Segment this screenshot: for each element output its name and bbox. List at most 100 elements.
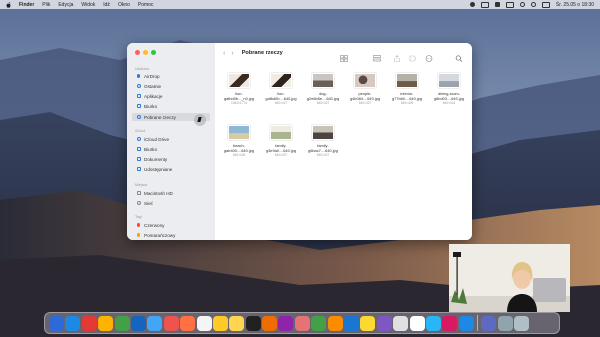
sidebar-item-macintosh-hd[interactable]: Macintosh HD [132, 189, 210, 197]
clock-icon [136, 84, 141, 89]
file-thumbnail [228, 125, 250, 140]
dock-chrome-icon[interactable] [98, 315, 114, 331]
file-dimensions: 640×427 [274, 153, 288, 158]
dock-music-icon[interactable] [278, 315, 294, 331]
file-thumbnail [270, 125, 292, 140]
sidebar-item-tag-red[interactable]: Czerwony [132, 221, 210, 229]
file-item[interactable]: lion-gafbd0b....640.jpg 640×427 [262, 73, 300, 105]
sidebar-item-label: Biurko [144, 146, 158, 152]
menu-finder[interactable]: Finder [19, 2, 34, 8]
dock-figma-icon[interactable] [458, 315, 474, 331]
sidebar-item-documents[interactable]: Dokumenty [132, 155, 210, 163]
sidebar-item-label: Biurko [144, 103, 158, 109]
file-name: people-g4b084....640.jpg [349, 91, 381, 101]
sidebar-item-label: Pobrane rzeczy [144, 114, 176, 120]
dock-preview-icon[interactable] [409, 315, 425, 331]
file-item[interactable]: interior-g77b60....640.jpg 640×426 [388, 73, 426, 105]
dock-trash-icon[interactable] [513, 315, 529, 331]
dock-launchpad-icon[interactable] [65, 315, 81, 331]
apple-icon[interactable] [6, 1, 11, 8]
mouse-cursor [194, 114, 206, 126]
dock-downloads-icon[interactable] [497, 315, 513, 331]
dock-system-preferences-icon[interactable] [393, 315, 409, 331]
dock-numbers-icon[interactable] [311, 315, 327, 331]
window-title: Pobrane rzeczy [241, 50, 283, 56]
dock-finder-icon[interactable] [49, 315, 64, 331]
dock-trello-icon[interactable] [481, 315, 497, 331]
minimize-button[interactable] [143, 50, 148, 55]
file-item[interactable]: dining-room-g6bd03....640.jpg 640×424 [430, 73, 468, 105]
control-center-icon[interactable] [541, 1, 550, 8]
sidebar-item-shared[interactable]: Udostępniane [132, 165, 210, 173]
dock-notes-icon[interactable] [245, 315, 261, 331]
file-name: family-g3e9a0....640.jpg [265, 143, 297, 153]
close-button[interactable] [135, 50, 140, 55]
back-button[interactable]: ‹ [223, 50, 225, 57]
forward-button[interactable]: › [231, 50, 233, 57]
menu-edit[interactable]: Edycja [58, 2, 73, 8]
file-item[interactable]: family-g3e9a0....640.jpg 640×427 [262, 125, 300, 157]
file-name: lion-gafbd0b....640.jpg [265, 91, 297, 101]
share-icon[interactable] [393, 49, 401, 62]
webcam-overlay [449, 244, 570, 312]
dock-podcasts-icon[interactable] [294, 315, 310, 331]
search-icon[interactable] [530, 2, 536, 7]
dock-zoom-icon[interactable] [425, 315, 441, 331]
dock-maps-icon[interactable] [147, 315, 163, 331]
applications-icon [136, 94, 141, 99]
zoom-button[interactable] [151, 50, 156, 55]
dock-facetime-icon[interactable] [180, 315, 196, 331]
dock-pages-icon[interactable] [327, 315, 343, 331]
sidebar-item-recents[interactable]: Ostatnie [132, 82, 210, 90]
menu-help[interactable]: Pomoc [138, 2, 154, 8]
dock-safari-icon[interactable] [81, 315, 97, 331]
file-item[interactable]: beach-gab400....640.jpg 640×426 [220, 125, 258, 157]
dock-reminders-icon[interactable] [229, 315, 245, 331]
wifi-icon[interactable] [519, 2, 525, 7]
sidebar-item-airdrop[interactable]: AirDrop [132, 72, 210, 80]
file-item[interactable]: people-g4b084....640.jpg 640×427 [346, 73, 384, 105]
dock-keynote-icon[interactable] [344, 315, 360, 331]
sidebar-item-desktop[interactable]: Biurko [132, 102, 210, 110]
sidebar-item-applications[interactable]: Aplikacje [132, 92, 210, 100]
dock-contacts-icon[interactable] [212, 315, 228, 331]
dock-slack-icon[interactable] [442, 315, 458, 331]
sidebar-item-icloud-desktop[interactable]: Biurko [132, 145, 210, 153]
dock-appletv-icon[interactable] [262, 315, 278, 331]
clock[interactable]: Śr. 25.05 o 18:30 [556, 2, 594, 8]
file-item[interactable]: dog-g2e6b6e....640.jpg 640×427 [304, 73, 342, 105]
dock-keynote-alt-icon[interactable] [360, 315, 376, 331]
group-icon[interactable] [373, 49, 381, 62]
search-icon[interactable] [455, 49, 463, 62]
file-item[interactable]: lion-gafbd0b..._n0.jpg 1063×1774 [220, 73, 258, 105]
dock-calendar-icon[interactable] [196, 315, 212, 331]
icon-view-icon[interactable] [340, 49, 348, 62]
sidebar-header-locations: Miejsca [135, 183, 148, 187]
dock-messages-icon[interactable] [114, 315, 130, 331]
display-icon[interactable] [480, 1, 489, 8]
tag-icon[interactable] [409, 49, 417, 62]
record-icon[interactable] [469, 2, 475, 7]
keyboard-icon[interactable] [494, 2, 500, 7]
menu-file[interactable]: Plik [42, 2, 50, 8]
menu-window[interactable]: Okno [118, 2, 130, 8]
file-thumbnail [228, 73, 250, 88]
dock-app-store-icon[interactable] [376, 315, 392, 331]
dock-photos-icon[interactable] [163, 315, 179, 331]
dock-mail-icon[interactable] [130, 315, 146, 331]
file-thumbnail [312, 73, 334, 88]
orange-tag-icon [136, 233, 141, 238]
sidebar-item-icloud-drive[interactable]: iCloud Drive [132, 135, 210, 143]
sidebar-item-tag-orange[interactable]: Pomarańczowy [132, 231, 210, 239]
menu-go[interactable]: Idź [103, 2, 110, 8]
battery-icon[interactable] [505, 1, 514, 8]
sidebar-header-favorites: Ulubione [135, 67, 150, 71]
menu-view[interactable]: Widok [81, 2, 95, 8]
file-name: dog-g2e6b6e....640.jpg [306, 91, 340, 101]
file-dimensions: 640×427 [316, 101, 330, 106]
more-icon[interactable] [425, 49, 433, 62]
airdrop-icon [136, 74, 141, 79]
sidebar-item-network[interactable]: Sieć [132, 199, 210, 207]
menu-bar: Finder Plik Edycja Widok Idź Okno Pomoc … [0, 0, 600, 9]
file-item[interactable]: family-g6bac7....640.jpg 640×427 [304, 125, 342, 157]
